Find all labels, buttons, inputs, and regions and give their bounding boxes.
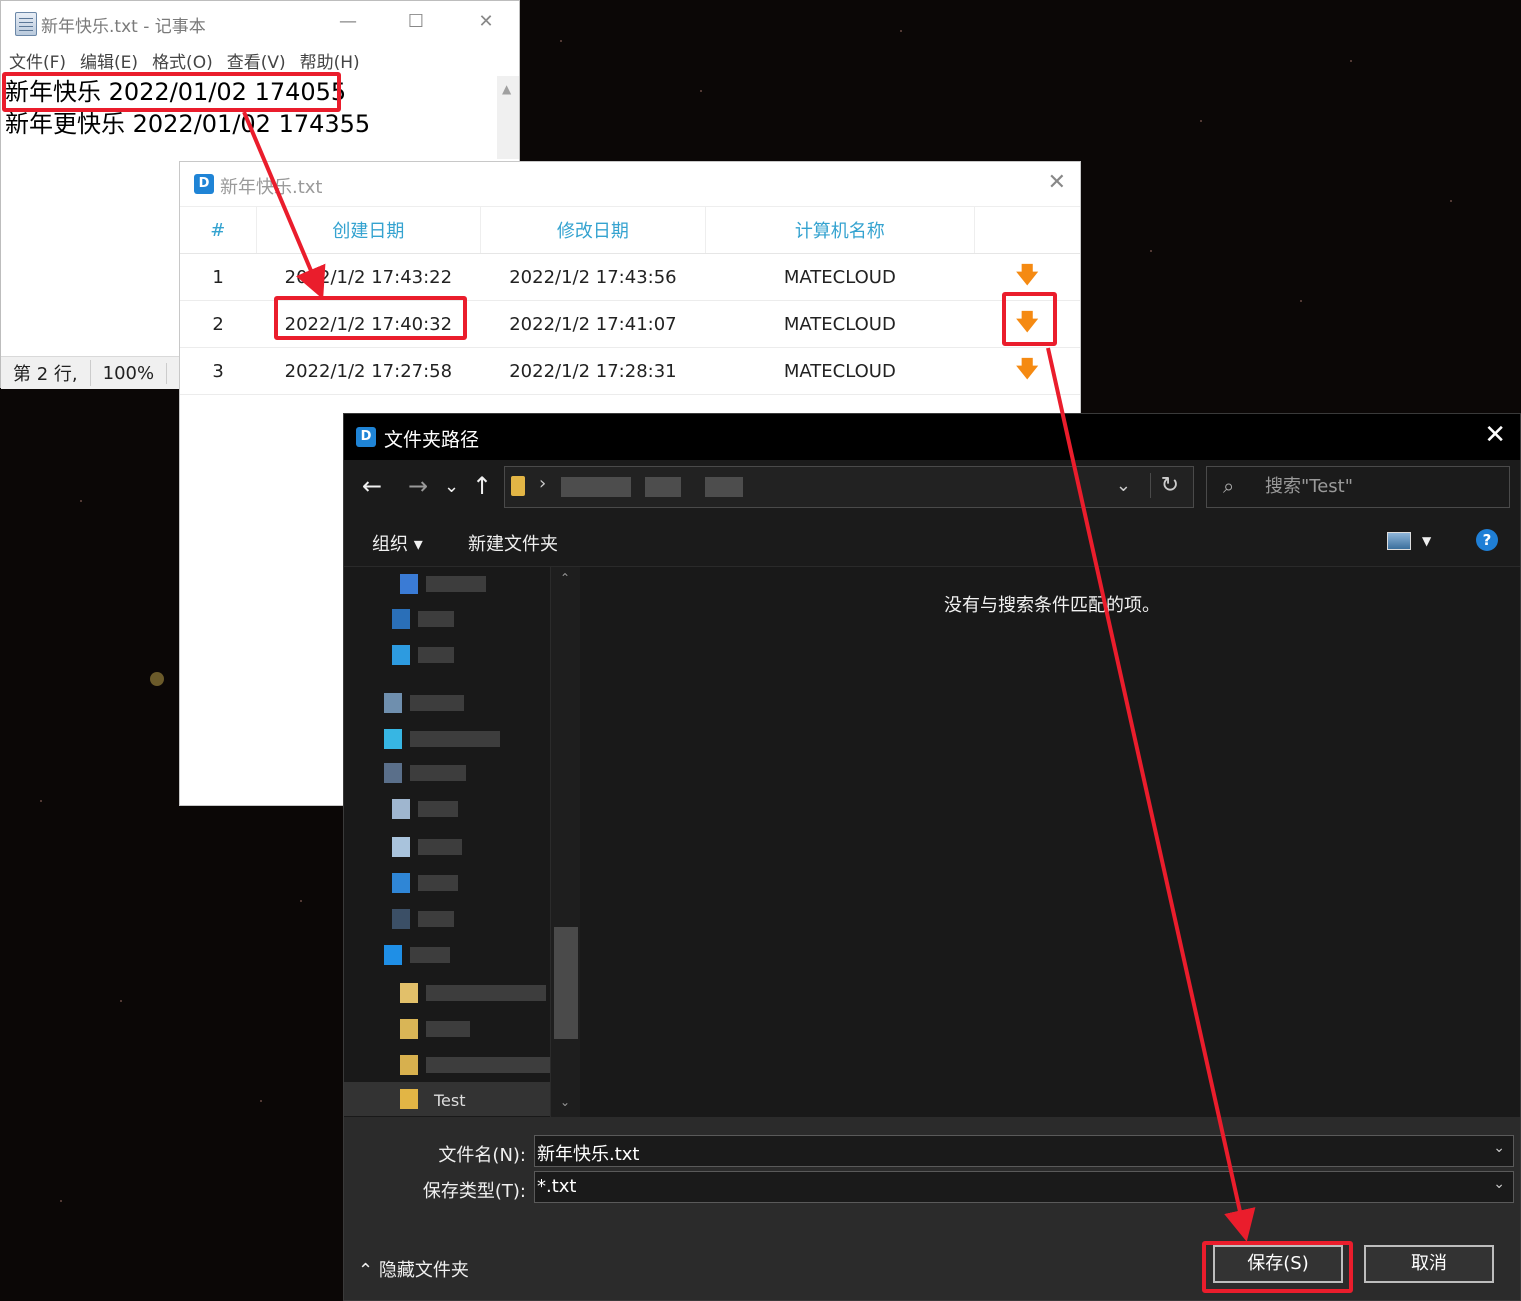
arrow-line-2 [1046,347,1256,1242]
annotation-arrows [242,111,1256,1242]
arrow-line-1 [242,111,326,300]
